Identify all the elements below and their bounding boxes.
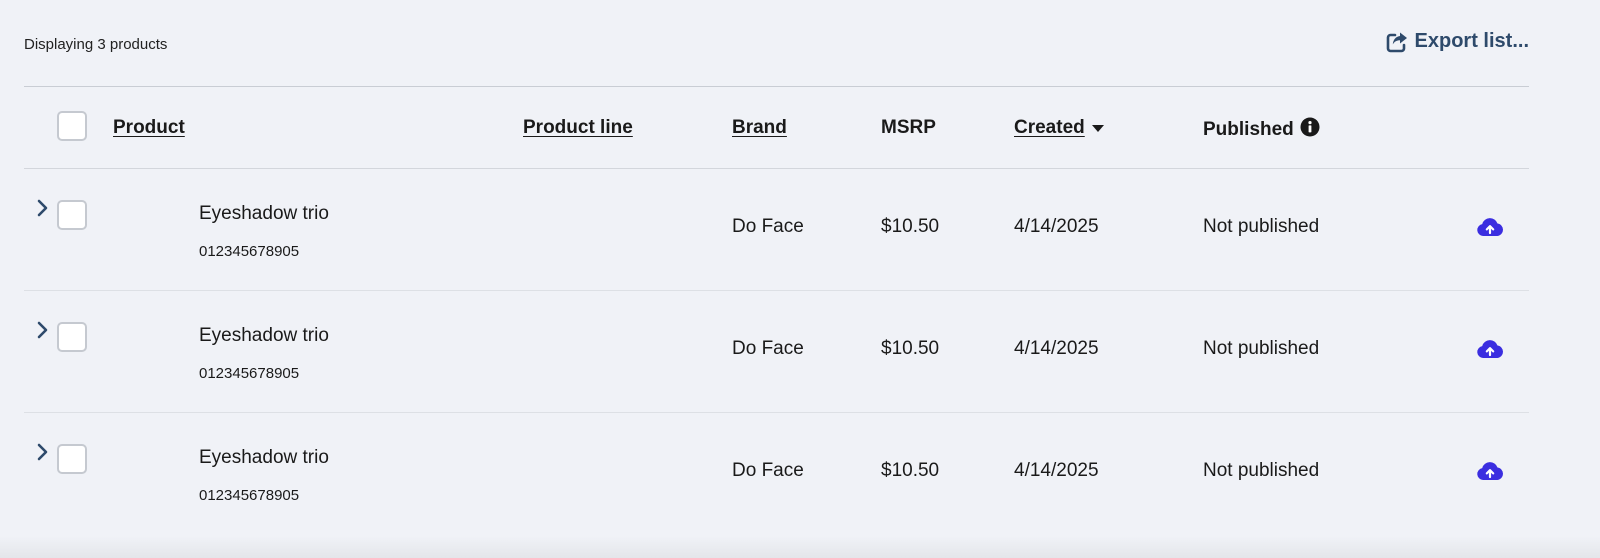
msrp-cell: $10.50: [881, 338, 940, 359]
info-icon[interactable]: [1300, 117, 1320, 143]
product-sku: 012345678905: [199, 243, 300, 260]
chevron-right-icon[interactable]: [36, 199, 50, 217]
cloud-upload-icon[interactable]: [1476, 461, 1504, 486]
table-row: Eyeshadow trio 012345678905 Do Face $10.…: [24, 413, 1529, 535]
bottom-shadow: [0, 536, 1600, 558]
published-status: Not published: [1203, 338, 1320, 359]
table-row: Eyeshadow trio 012345678905 Do Face $10.…: [24, 169, 1529, 291]
table-header: Product Product line Brand MSRP Created …: [24, 86, 1529, 169]
table-toolbar: Displaying 3 products Export list...: [24, 0, 1529, 86]
created-cell: 4/14/2025: [1014, 216, 1099, 237]
export-icon: [1386, 31, 1408, 53]
product-sku: 012345678905: [199, 487, 300, 504]
published-status: Not published: [1203, 216, 1320, 237]
row-checkbox[interactable]: [57, 444, 87, 474]
product-name[interactable]: Eyeshadow trio: [199, 203, 329, 225]
cloud-upload-icon[interactable]: [1476, 339, 1504, 364]
row-checkbox[interactable]: [57, 200, 87, 230]
column-header-product-line[interactable]: Product line: [523, 117, 633, 139]
column-header-msrp: MSRP: [881, 117, 936, 138]
row-checkbox[interactable]: [57, 322, 87, 352]
brand-cell: Do Face: [732, 216, 804, 237]
products-table: Product Product line Brand MSRP Created …: [24, 86, 1529, 535]
created-cell: 4/14/2025: [1014, 338, 1099, 359]
msrp-cell: $10.50: [881, 216, 940, 237]
chevron-right-icon[interactable]: [36, 321, 50, 339]
product-name[interactable]: Eyeshadow trio: [199, 447, 329, 469]
table-row: Eyeshadow trio 012345678905 Do Face $10.…: [24, 291, 1529, 413]
chevron-right-icon[interactable]: [36, 443, 50, 461]
column-header-product[interactable]: Product: [113, 117, 185, 139]
product-count: Displaying 3 products: [24, 36, 168, 53]
product-name[interactable]: Eyeshadow trio: [199, 325, 329, 347]
caret-down-icon: [1091, 117, 1105, 139]
export-list-button[interactable]: Export list...: [1386, 30, 1529, 53]
published-status: Not published: [1203, 460, 1320, 481]
product-sku: 012345678905: [199, 365, 300, 382]
select-all-checkbox[interactable]: [57, 111, 87, 141]
brand-cell: Do Face: [732, 460, 804, 481]
created-cell: 4/14/2025: [1014, 460, 1099, 481]
export-list-label: Export list...: [1414, 30, 1529, 52]
column-header-published: Published: [1203, 117, 1320, 143]
column-header-created[interactable]: Created: [1014, 117, 1105, 139]
msrp-cell: $10.50: [881, 460, 940, 481]
column-header-brand[interactable]: Brand: [732, 117, 787, 139]
brand-cell: Do Face: [732, 338, 804, 359]
cloud-upload-icon[interactable]: [1476, 217, 1504, 242]
